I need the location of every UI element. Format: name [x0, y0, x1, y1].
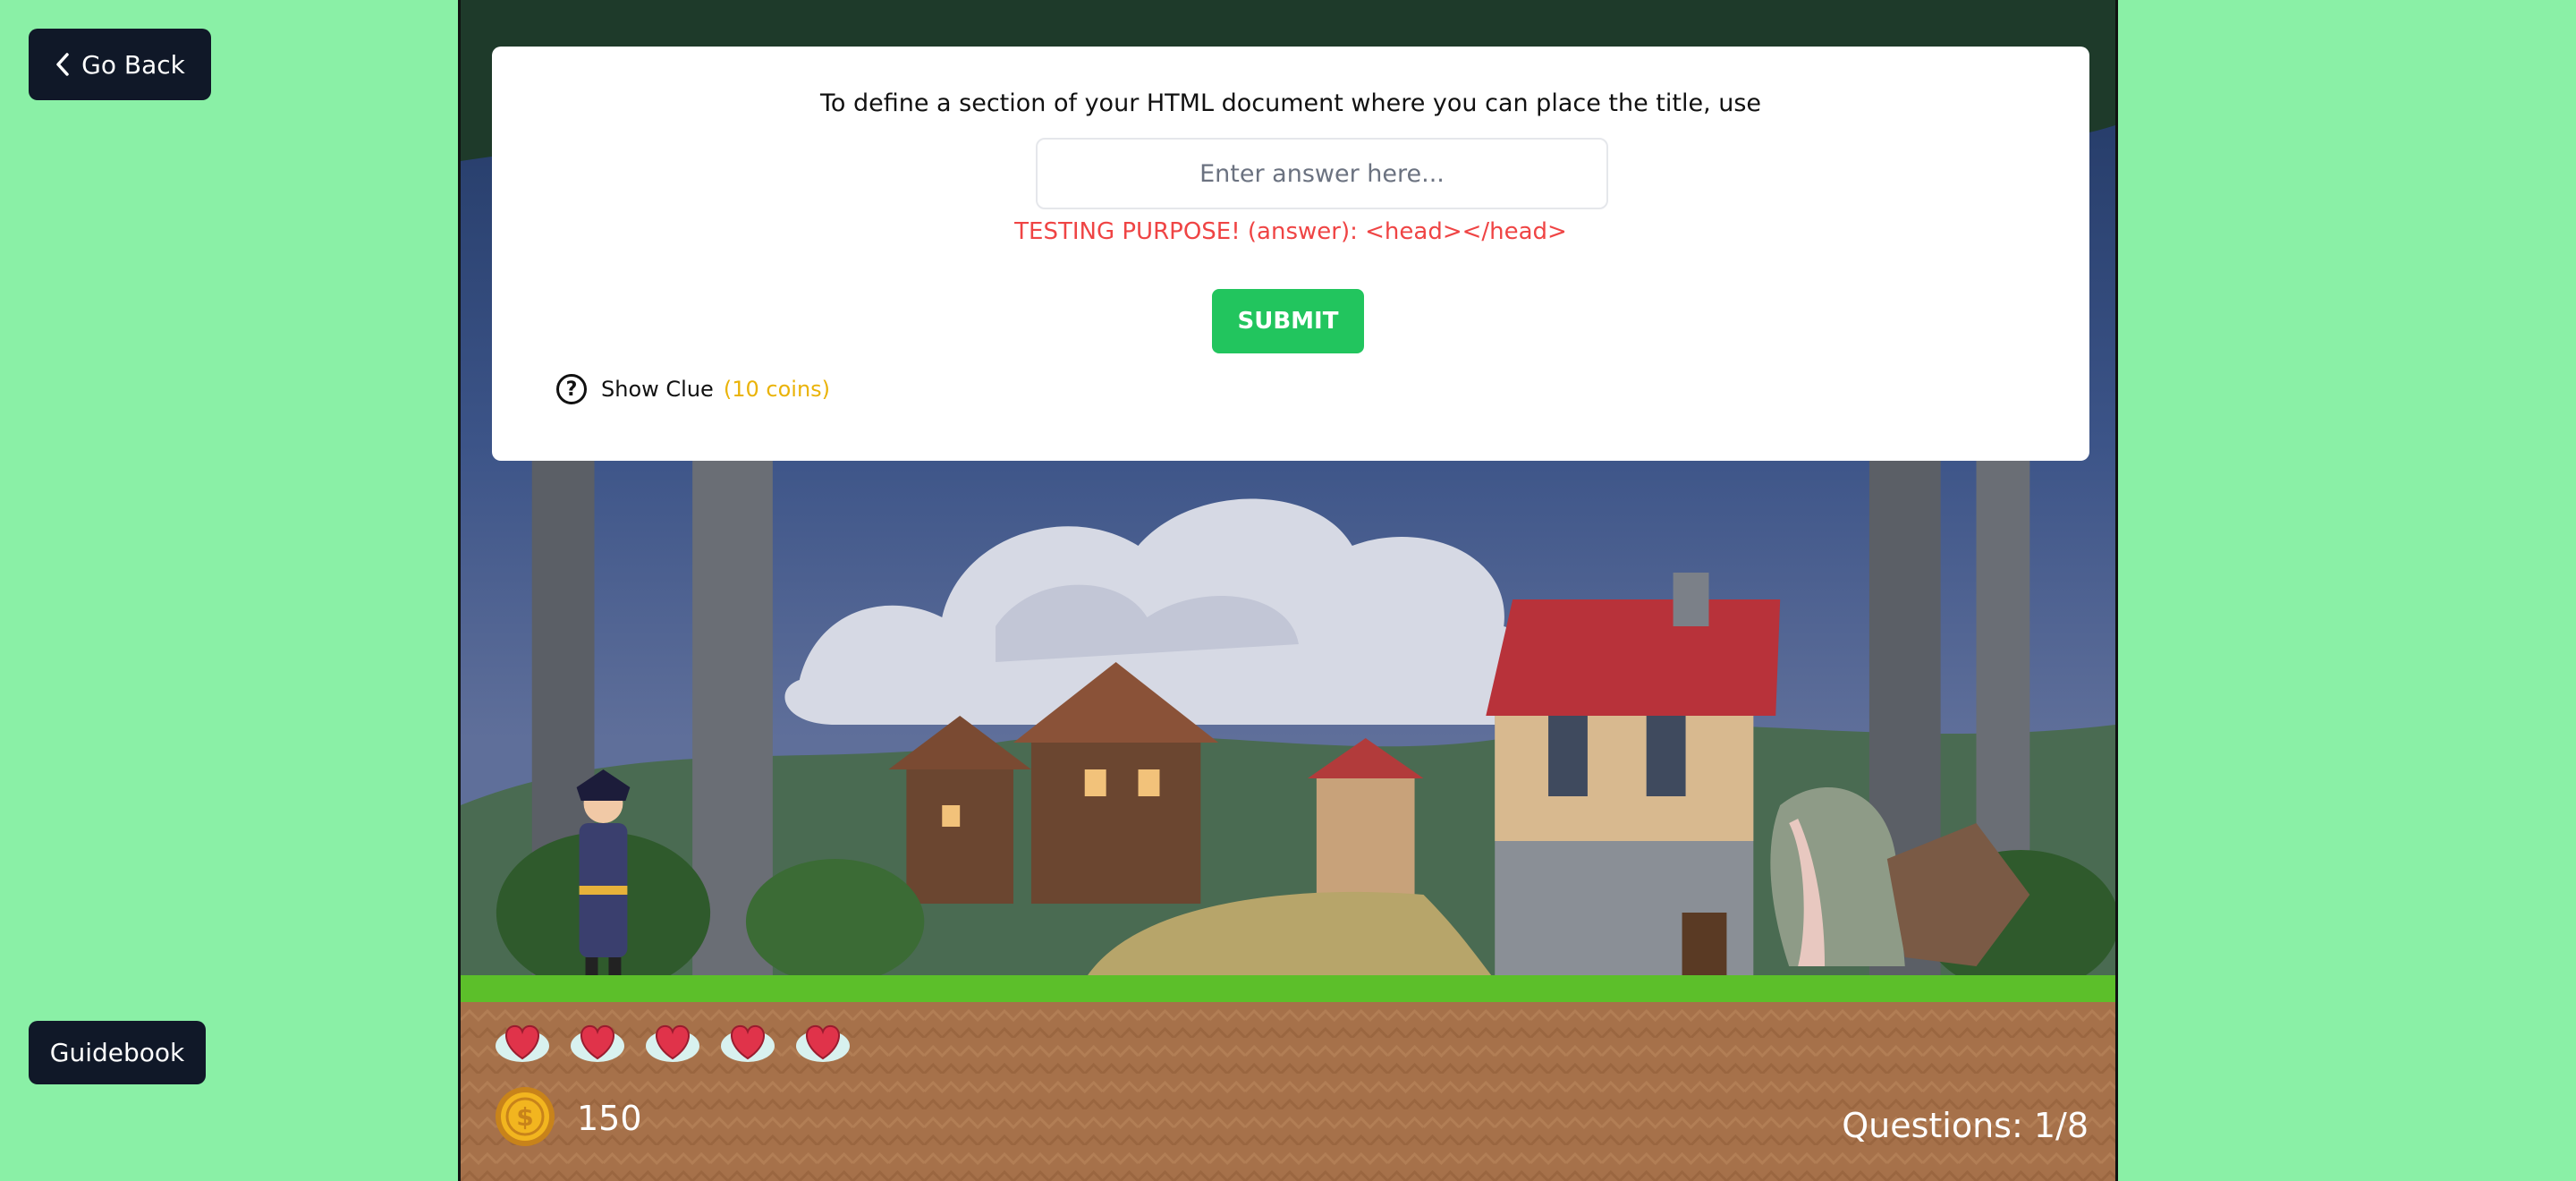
coin-count: 150 [577, 1099, 642, 1138]
heart-icon [646, 1024, 699, 1062]
game-area: To define a section of your HTML documen… [458, 0, 2118, 1181]
question-counter: Questions: 1/8 [1842, 1106, 2089, 1145]
coin-icon: $ [496, 1087, 555, 1146]
heart-icon [796, 1024, 850, 1062]
question-text: To define a section of your HTML documen… [819, 89, 1762, 117]
guidebook-label: Guidebook [49, 1038, 185, 1067]
clue-cost: (10 coins) [723, 377, 831, 402]
heart-icon [721, 1024, 775, 1062]
heart-icon [571, 1024, 624, 1062]
question-circle-icon: ? [556, 374, 587, 404]
question-panel: To define a section of your HTML documen… [492, 47, 2089, 461]
submit-button[interactable]: SUBMIT [1212, 289, 1364, 353]
go-back-button[interactable]: Go Back [29, 29, 211, 100]
testing-hint: TESTING PURPOSE! (answer): <head></head> [1014, 218, 1567, 245]
guidebook-button[interactable]: Guidebook [29, 1021, 206, 1084]
chevron-left-icon [56, 53, 69, 76]
player-character [576, 769, 631, 984]
svg-text:$: $ [516, 1102, 533, 1132]
go-back-label: Go Back [81, 49, 185, 80]
lives-indicator [494, 1014, 852, 1066]
clue-label: Show Clue [601, 377, 714, 402]
answer-input[interactable] [1036, 138, 1608, 209]
heart-icon [496, 1024, 549, 1062]
show-clue-button[interactable]: ? Show Clue (10 coins) [556, 371, 830, 407]
